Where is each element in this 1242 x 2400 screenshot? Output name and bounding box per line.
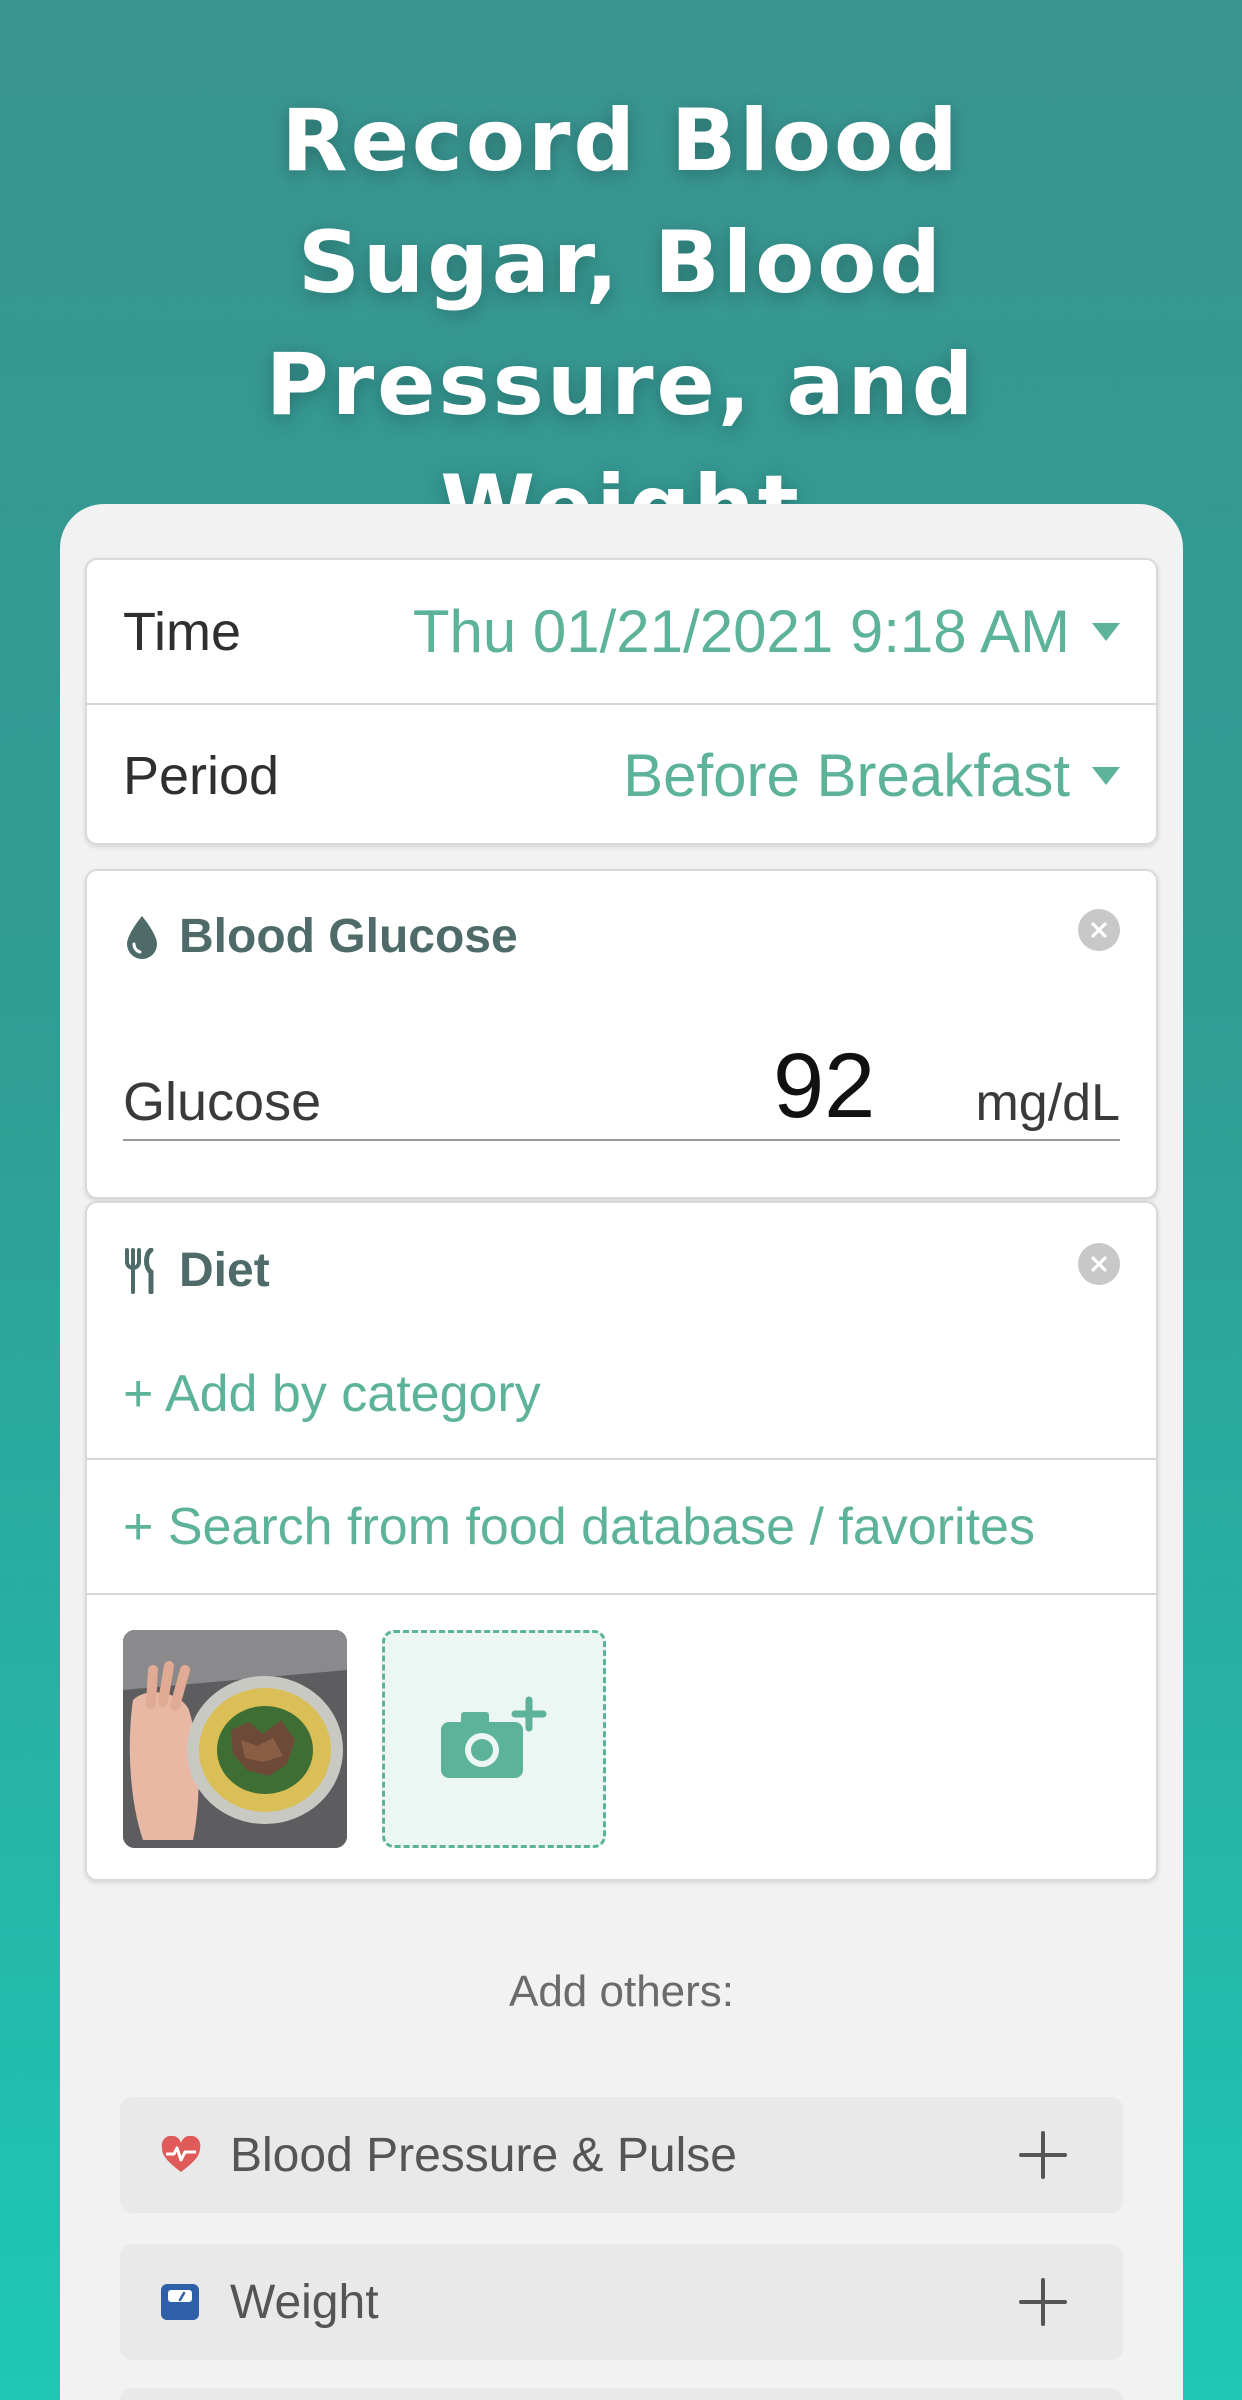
meal-photo[interactable] [123,1630,347,1848]
blood-pressure-label: Blood Pressure & Pulse [230,2128,737,2182]
divider [87,1593,1156,1595]
add-blood-pressure-row[interactable]: Blood Pressure & Pulse [120,2097,1123,2213]
scale-icon [160,2283,206,2321]
search-food-database-link[interactable]: + Search from food database / favorites [87,1460,1156,1593]
dropdown-caret-icon [1092,766,1120,785]
time-picker[interactable]: Thu 01/21/2021 9:18 AM [413,597,1120,666]
plus-icon[interactable] [1013,2272,1073,2332]
plus-icon[interactable] [1013,2125,1073,2185]
blood-glucose-header: Blood Glucose [123,909,518,964]
add-photo-button[interactable] [382,1630,606,1848]
glucose-unit: mg/dL [975,1074,1120,1132]
time-row[interactable]: Time Thu 01/21/2021 9:18 AM [87,560,1156,703]
glucose-label: Glucose [123,1072,322,1132]
add-others-title: Add others: [508,1967,735,2016]
close-icon [1091,1256,1107,1272]
diet-header: Diet [123,1243,270,1298]
water-drop-icon [123,914,161,960]
glucose-input[interactable]: 92 [773,1034,875,1139]
camera-plus-icon [441,1696,547,1778]
period-row[interactable]: Period Before Breakfast [87,703,1156,843]
dropdown-caret-icon [1092,622,1120,641]
remove-diet-button[interactable] [1078,1243,1120,1285]
remove-glucose-button[interactable] [1078,909,1120,951]
time-value: Thu 01/21/2021 9:18 AM [412,598,1070,665]
diet-title: Diet [179,1244,270,1297]
add-by-category-link[interactable]: + Add by category [87,1327,1156,1460]
add-weight-row[interactable]: Weight [120,2244,1123,2360]
next-other-row[interactable] [120,2388,1123,2400]
entry-panel: Time Thu 01/21/2021 9:18 AM Period Befor… [60,504,1183,2400]
blood-glucose-title: Blood Glucose [179,910,518,963]
period-label: Period [123,745,280,806]
glucose-input-row[interactable]: Glucose 92 mg/dL [123,1035,1120,1141]
heart-pulse-icon [160,2136,206,2174]
diet-card: Diet + Add by category + Search from foo… [85,1201,1158,1881]
period-picker[interactable]: Before Breakfast [623,741,1120,810]
page-headline: Record Blood Sugar, Blood Pressure, and … [265,91,977,557]
time-period-card: Time Thu 01/21/2021 9:18 AM Period Befor… [85,558,1158,845]
fork-knife-icon [123,1247,161,1294]
blood-glucose-card: Blood Glucose Glucose 92 mg/dL [85,869,1158,1199]
period-value: Before Breakfast [623,742,1070,809]
close-icon [1091,922,1107,938]
weight-label: Weight [230,2275,379,2329]
time-label: Time [123,601,241,662]
